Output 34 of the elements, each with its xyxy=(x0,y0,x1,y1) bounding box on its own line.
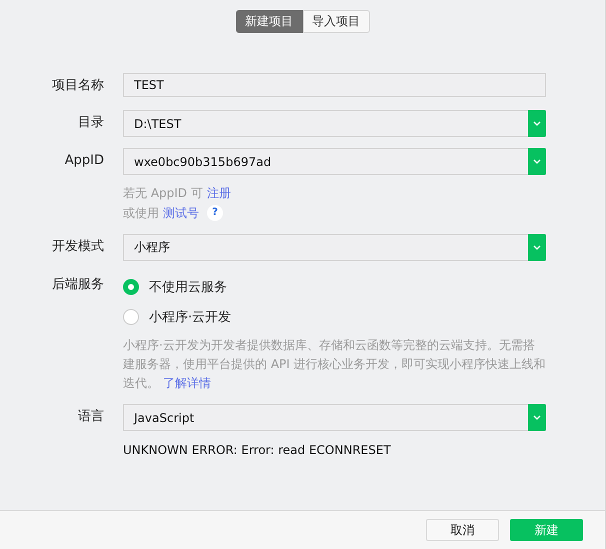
tab[interactable]: 新建项目 xyxy=(236,10,302,33)
hint-link[interactable]: 注册 xyxy=(206,183,231,203)
help-icon[interactable]: ? xyxy=(207,205,223,221)
dropdown[interactable]: JavaScript xyxy=(123,404,546,431)
chevron-down-icon xyxy=(533,121,541,126)
field-label: AppID xyxy=(64,152,104,170)
radio-label[interactable]: 小程序·云开发 xyxy=(149,308,232,326)
field-label: 语言 xyxy=(77,408,104,426)
learn-more-link[interactable]: 了解详情 xyxy=(162,376,211,390)
tab[interactable]: 导入项目 xyxy=(302,10,370,33)
dropdown-toggle[interactable] xyxy=(528,110,546,137)
hint-text: 若无 AppID 可 xyxy=(123,185,203,202)
dropdown-toggle[interactable] xyxy=(528,148,546,175)
radio-label[interactable]: 不使用云服务 xyxy=(149,278,227,296)
chevron-down-icon xyxy=(533,245,541,250)
chevron-down-icon xyxy=(533,159,541,164)
hint-text: 或使用 xyxy=(123,205,159,222)
hint-link[interactable]: 测试号 xyxy=(163,203,199,223)
chevron-down-icon xyxy=(533,415,541,420)
field-label: 开发模式 xyxy=(51,238,104,256)
field-label: 项目名称 xyxy=(51,77,104,95)
field-label: 目录 xyxy=(77,114,104,132)
dropdown[interactable]: 小程序 xyxy=(123,234,546,261)
input-field[interactable]: TEST xyxy=(123,73,546,97)
radio-button[interactable] xyxy=(123,279,139,295)
radio-button[interactable] xyxy=(123,309,139,325)
cancel-button[interactable]: 取消 xyxy=(426,519,499,541)
field-label: 后端服务 xyxy=(51,276,104,294)
dropdown-toggle[interactable] xyxy=(528,234,546,261)
dropdown[interactable]: D:\TEST xyxy=(123,110,546,137)
error-message: UNKNOWN ERROR: Error: read ECONNRESET xyxy=(122,443,392,457)
dropdown[interactable]: wxe0bc90b315b697ad xyxy=(123,148,546,175)
dropdown-toggle[interactable] xyxy=(528,404,546,431)
description-text: 小程序·云开发为开发者提供数据库、存储和云函数等完整的云端支持。无需搭建服务器，使用平台提供的 API 进行核心业务开发，即可实现小程序快速上线和迭代。 了解详情 xyxy=(123,337,546,392)
